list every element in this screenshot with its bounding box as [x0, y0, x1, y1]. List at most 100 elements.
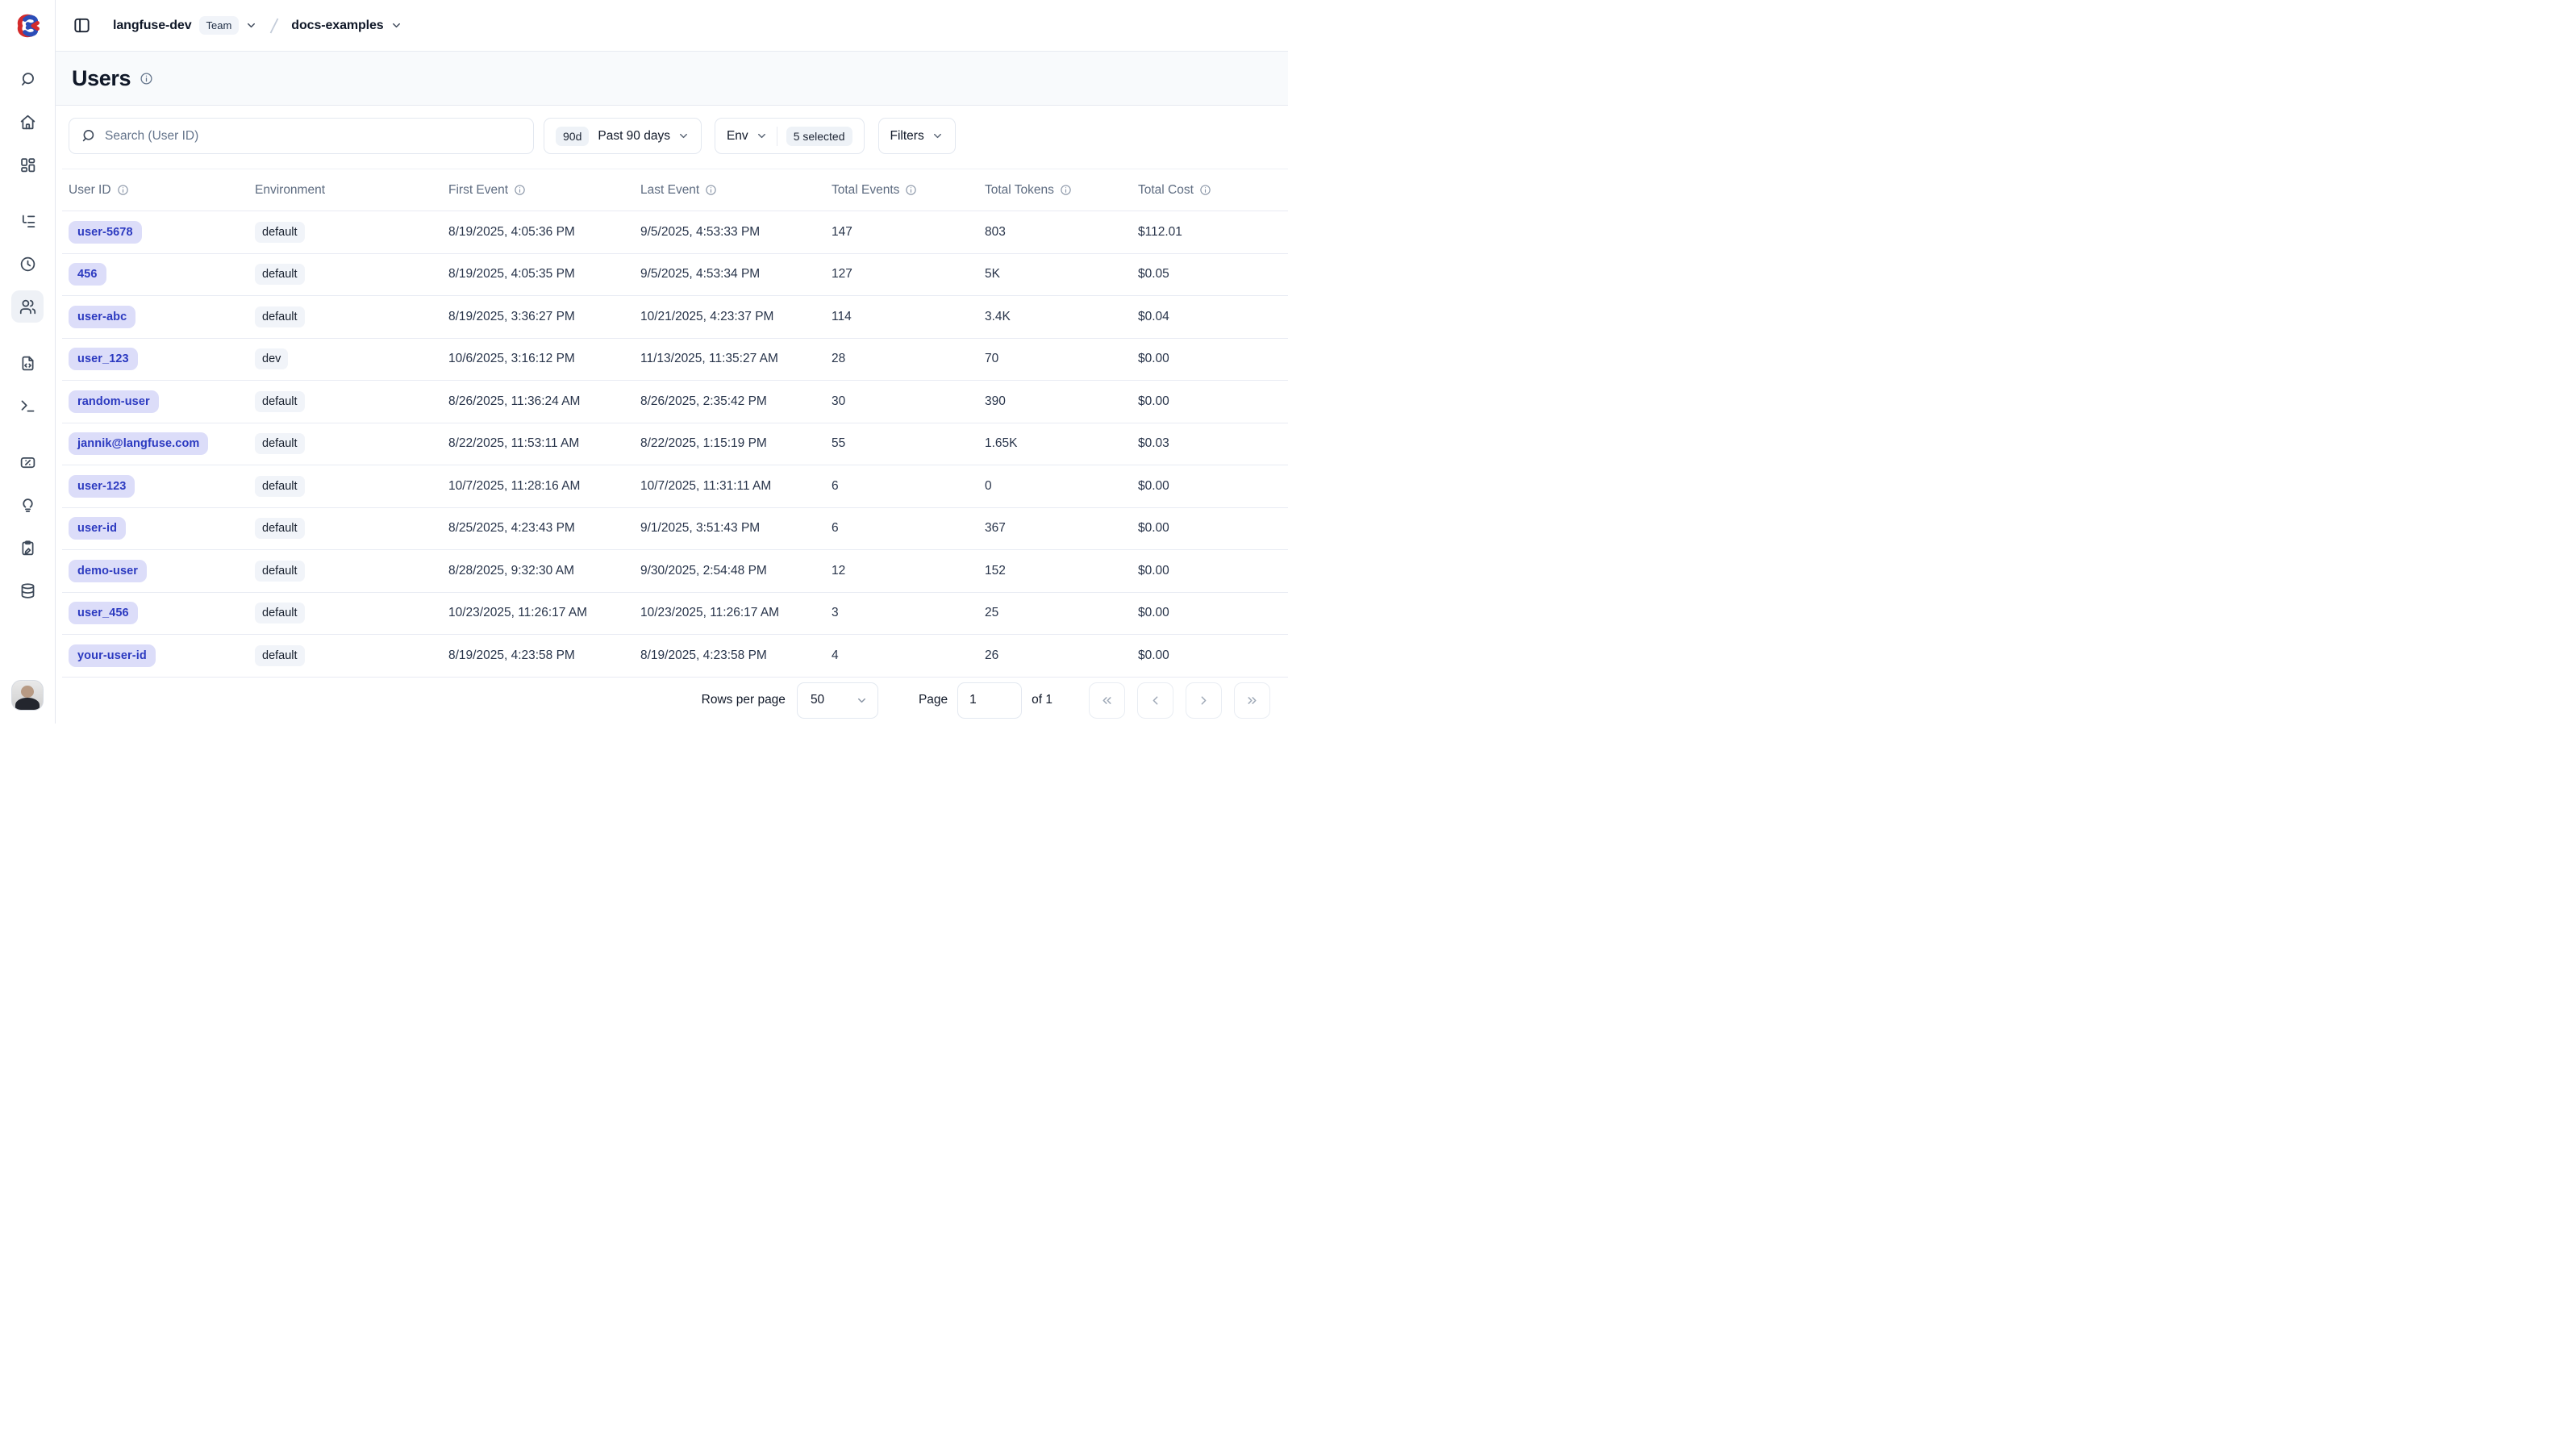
total-cost-cell: $0.05 — [1138, 267, 1288, 281]
table-row[interactable]: user-123default10/7/2025, 11:28:16 AM10/… — [62, 465, 1288, 508]
user-id-badge[interactable]: user_456 — [69, 602, 138, 624]
sidebar-item-playground[interactable] — [11, 390, 44, 422]
page-number-input[interactable] — [957, 682, 1022, 719]
environment-cell: default — [255, 306, 448, 327]
first-event-cell: 8/22/2025, 11:53:11 AM — [448, 436, 640, 451]
column-label: Last Event — [640, 183, 699, 198]
environment-badge: default — [255, 433, 305, 454]
column-header-total-tokens[interactable]: Total Tokens — [985, 183, 1138, 198]
rows-per-page-select[interactable]: 50 — [797, 682, 878, 719]
date-range-button[interactable]: 90d Past 90 days — [544, 118, 702, 154]
org-chevron-down-icon[interactable] — [245, 19, 257, 31]
search-box[interactable] — [69, 118, 534, 154]
column-label: Environment — [255, 183, 325, 198]
table-row[interactable]: user-abcdefault8/19/2025, 3:36:27 PM10/2… — [62, 296, 1288, 339]
column-label: Total Cost — [1138, 183, 1194, 198]
environment-badge: default — [255, 391, 305, 412]
table-row[interactable]: jannik@langfuse.com default 8/22/2025, 11:… — [62, 423, 1288, 466]
page-title-info-icon[interactable] — [140, 72, 153, 85]
sidebar-item-prompts[interactable] — [11, 347, 44, 379]
column-header-user-id[interactable]: User ID — [69, 183, 255, 198]
info-icon[interactable] — [514, 184, 526, 196]
sidebar-item-tracing[interactable] — [11, 205, 44, 237]
total-tokens-cell: 25 — [985, 606, 1138, 620]
sidebar-item-datasets[interactable] — [11, 574, 44, 607]
user-id-badge[interactable]: demo-user — [69, 560, 147, 582]
last-event-cell: 8/19/2025, 4:23:58 PM — [640, 648, 832, 663]
sidebar-item-annotation[interactable] — [11, 532, 44, 564]
table-row[interactable]: your-user-iddefault8/19/2025, 4:23:58 PM… — [62, 635, 1288, 678]
column-header-last-event[interactable]: Last Event — [640, 183, 832, 198]
user-id-badge[interactable]: user-abc — [69, 306, 135, 328]
project-chevron-down-icon[interactable] — [390, 19, 402, 31]
chevron-down-icon — [677, 130, 690, 142]
table-row[interactable]: user_456default10/23/2025, 11:26:17 AM10… — [62, 593, 1288, 636]
environment-filter-button[interactable]: Env 5 selected — [715, 118, 865, 154]
first-page-button[interactable] — [1089, 682, 1125, 719]
table-row[interactable]: random-userdefault8/26/2025, 11:36:24 AM… — [62, 381, 1288, 423]
chevron-down-icon — [856, 694, 868, 707]
user-id-badge[interactable]: user-5678 — [69, 221, 142, 244]
info-icon[interactable] — [1199, 184, 1211, 196]
sidebar-item-home[interactable] — [11, 106, 44, 138]
user-id-cell: user-123 — [69, 475, 255, 498]
sidebar-item-dashboards[interactable] — [11, 148, 44, 181]
total-cost-cell: $0.00 — [1138, 479, 1288, 494]
app-root: langfuse-dev Team docs-examples Users 90… — [0, 0, 1288, 724]
user-avatar[interactable] — [11, 680, 44, 711]
user-id-badge[interactable]: jannik@langfuse.com — [69, 432, 208, 455]
total-tokens-cell: 803 — [985, 225, 1138, 240]
table-row[interactable]: 456default8/19/2025, 4:05:35 PM9/5/2025,… — [62, 254, 1288, 297]
total-tokens-cell: 26 — [985, 648, 1138, 663]
total-events-cell: 28 — [832, 352, 985, 366]
project-name[interactable]: docs-examples — [291, 19, 383, 33]
last-page-button[interactable] — [1234, 682, 1270, 719]
first-event-cell: 10/23/2025, 11:26:17 AM — [448, 606, 640, 620]
org-name[interactable]: langfuse-dev — [113, 19, 192, 33]
sidebar-item-sessions[interactable] — [11, 248, 44, 280]
table-row[interactable]: user_123dev10/6/2025, 3:16:12 PM11/13/20… — [62, 339, 1288, 382]
sidebar-item-users[interactable] — [11, 290, 44, 323]
first-event-cell: 10/6/2025, 3:16:12 PM — [448, 352, 640, 366]
total-cost-cell: $112.01 — [1138, 225, 1288, 240]
user-id-badge[interactable]: your-user-id — [69, 644, 156, 667]
first-event-cell: 8/19/2025, 3:36:27 PM — [448, 310, 640, 324]
chevrons-right-icon — [1245, 694, 1259, 707]
next-page-button[interactable] — [1186, 682, 1222, 719]
user-id-cell: user-5678 — [69, 221, 255, 244]
sidebar-toggle-button[interactable] — [73, 16, 91, 35]
search-input[interactable] — [105, 129, 522, 144]
info-icon[interactable] — [1060, 184, 1072, 196]
info-icon[interactable] — [905, 184, 917, 196]
user-id-cell: 456 — [69, 263, 255, 286]
user-id-badge[interactable]: user-id — [69, 517, 126, 540]
sidebar-item-search[interactable] — [11, 63, 44, 95]
column-header-environment[interactable]: Environment — [255, 183, 448, 198]
last-event-cell: 8/26/2025, 2:35:42 PM — [640, 394, 832, 409]
filters-button[interactable]: Filters — [878, 118, 956, 154]
user-id-badge[interactable]: 456 — [69, 263, 106, 286]
table-row[interactable]: user-5678default8/19/2025, 4:05:36 PM9/5… — [62, 211, 1288, 254]
column-header-first-event[interactable]: First Event — [448, 183, 640, 198]
previous-page-button[interactable] — [1137, 682, 1173, 719]
user-id-badge[interactable]: user_123 — [69, 348, 138, 370]
langfuse-knot-icon — [13, 12, 43, 40]
main-area: langfuse-dev Team docs-examples Users 90… — [56, 0, 1288, 724]
page-count-label: of 1 — [1032, 693, 1052, 707]
total-cost-cell: $0.00 — [1138, 564, 1288, 578]
total-cost-cell: $0.03 — [1138, 436, 1288, 451]
sidebar-item-suggestions[interactable] — [11, 489, 44, 521]
column-header-total-cost[interactable]: Total Cost — [1138, 183, 1288, 198]
users-table: User IDEnvironment First EventLast Event T… — [62, 169, 1288, 678]
user-id-badge[interactable]: user-123 — [69, 475, 135, 498]
column-header-total-events[interactable]: Total Events — [832, 183, 985, 198]
user-id-badge[interactable]: random-user — [69, 390, 159, 413]
table-row[interactable]: demo-userdefault8/28/2025, 9:32:30 AM9/3… — [62, 550, 1288, 593]
langfuse-logo[interactable] — [0, 0, 55, 52]
table-header-row: User IDEnvironment First EventLast Event T… — [62, 169, 1288, 211]
info-icon[interactable] — [117, 184, 129, 196]
table-row[interactable]: user-iddefault8/25/2025, 4:23:43 PM9/1/2… — [62, 508, 1288, 551]
sidebar-item-evaluation[interactable] — [11, 446, 44, 478]
info-icon[interactable] — [705, 184, 717, 196]
environment-cell: default — [255, 476, 448, 497]
